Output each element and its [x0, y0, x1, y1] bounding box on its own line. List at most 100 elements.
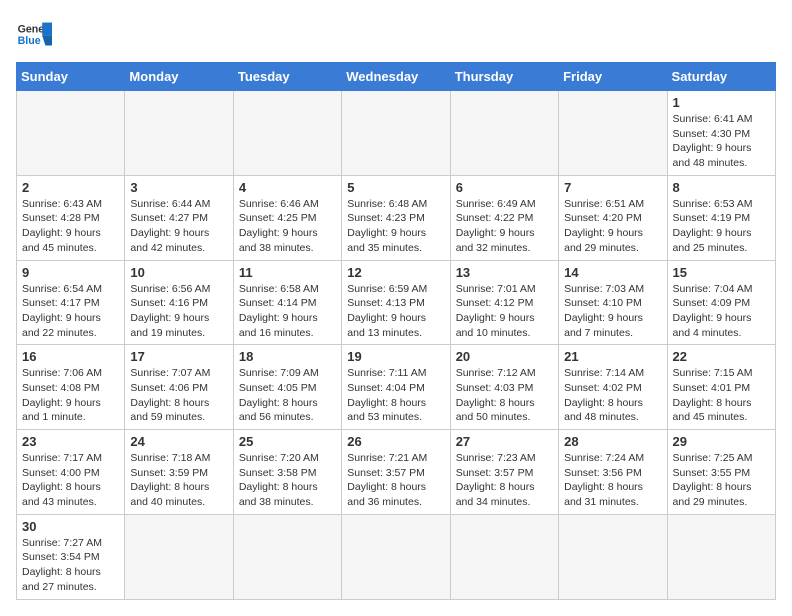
svg-text:Blue: Blue — [18, 35, 41, 47]
weekday-header-thursday: Thursday — [450, 63, 558, 91]
calendar-cell: 1 Sunrise: 6:41 AM Sunset: 4:30 PM Daylig… — [667, 91, 775, 176]
calendar-cell — [559, 91, 667, 176]
day-number: 23 — [22, 434, 119, 449]
calendar-cell: 11Sunrise: 6:58 AM Sunset: 4:14 PM Dayli… — [233, 260, 341, 345]
day-number: 15 — [673, 265, 770, 280]
day-info: Sunrise: 7:11 AM Sunset: 4:04 PM Dayligh… — [347, 366, 444, 425]
day-info: Sunrise: 7:23 AM Sunset: 3:57 PM Dayligh… — [456, 451, 553, 510]
calendar-cell: 16Sunrise: 7:06 AM Sunset: 4:08 PM Dayli… — [17, 345, 125, 430]
day-number: 20 — [456, 349, 553, 364]
day-info: Sunrise: 6:59 AM Sunset: 4:13 PM Dayligh… — [347, 282, 444, 341]
day-info: Sunrise: 7:03 AM Sunset: 4:10 PM Dayligh… — [564, 282, 661, 341]
day-info: Sunrise: 7:17 AM Sunset: 4:00 PM Dayligh… — [22, 451, 119, 510]
day-number: 29 — [673, 434, 770, 449]
calendar-cell: 20 Sunrise: 7:12 AM Sunset: 4:03 PM Dayli… — [450, 345, 558, 430]
day-number: 25 — [239, 434, 336, 449]
calendar-cell — [667, 514, 775, 599]
header: General Blue — [16, 16, 776, 52]
day-info: Sunrise: 6:46 AM Sunset: 4:25 PM Dayligh… — [239, 197, 336, 256]
calendar-cell — [233, 91, 341, 176]
day-number: 19 — [347, 349, 444, 364]
day-number: 11 — [239, 265, 336, 280]
day-info: Sunrise: 7:14 AM Sunset: 4:02 PM Dayligh… — [564, 366, 661, 425]
calendar-cell: 21 Sunrise: 7:14 AM Sunset: 4:02 PM Dayli… — [559, 345, 667, 430]
calendar-cell: 28 Sunrise: 7:24 AM Sunset: 3:56 PM Dayli… — [559, 430, 667, 515]
calendar-week-row: 9Sunrise: 6:54 AM Sunset: 4:17 PM Daylig… — [17, 260, 776, 345]
day-number: 6 — [456, 180, 553, 195]
calendar-cell: 23 Sunrise: 7:17 AM Sunset: 4:00 PM Dayli… — [17, 430, 125, 515]
day-info: Sunrise: 6:44 AM Sunset: 4:27 PM Dayligh… — [130, 197, 227, 256]
calendar-week-row: 30Sunrise: 7:27 AM Sunset: 3:54 PM Dayli… — [17, 514, 776, 599]
calendar-cell: 29 Sunrise: 7:25 AM Sunset: 3:55 PM Dayli… — [667, 430, 775, 515]
day-number: 18 — [239, 349, 336, 364]
calendar-cell: 14 Sunrise: 7:03 AM Sunset: 4:10 PM Dayli… — [559, 260, 667, 345]
calendar-cell: 15Sunrise: 7:04 AM Sunset: 4:09 PM Dayli… — [667, 260, 775, 345]
day-number: 21 — [564, 349, 661, 364]
calendar-cell: 27 Sunrise: 7:23 AM Sunset: 3:57 PM Dayli… — [450, 430, 558, 515]
day-number: 17 — [130, 349, 227, 364]
day-number: 12 — [347, 265, 444, 280]
day-number: 16 — [22, 349, 119, 364]
weekday-header-friday: Friday — [559, 63, 667, 91]
weekday-header-tuesday: Tuesday — [233, 63, 341, 91]
calendar-cell: 13 Sunrise: 7:01 AM Sunset: 4:12 PM Dayli… — [450, 260, 558, 345]
day-number: 7 — [564, 180, 661, 195]
day-number: 5 — [347, 180, 444, 195]
calendar-cell — [125, 514, 233, 599]
calendar-week-row: 16Sunrise: 7:06 AM Sunset: 4:08 PM Dayli… — [17, 345, 776, 430]
calendar-cell: 19 Sunrise: 7:11 AM Sunset: 4:04 PM Dayli… — [342, 345, 450, 430]
day-number: 9 — [22, 265, 119, 280]
day-info: Sunrise: 7:15 AM Sunset: 4:01 PM Dayligh… — [673, 366, 770, 425]
calendar-cell — [233, 514, 341, 599]
calendar-cell: 7 Sunrise: 6:51 AM Sunset: 4:20 PM Daylig… — [559, 175, 667, 260]
calendar-cell: 26Sunrise: 7:21 AM Sunset: 3:57 PM Dayli… — [342, 430, 450, 515]
calendar-cell — [17, 91, 125, 176]
weekday-header-saturday: Saturday — [667, 63, 775, 91]
calendar-cell: 4 Sunrise: 6:46 AM Sunset: 4:25 PM Daylig… — [233, 175, 341, 260]
day-number: 14 — [564, 265, 661, 280]
calendar-cell: 8Sunrise: 6:53 AM Sunset: 4:19 PM Daylig… — [667, 175, 775, 260]
calendar-cell: 5 Sunrise: 6:48 AM Sunset: 4:23 PM Daylig… — [342, 175, 450, 260]
day-number: 24 — [130, 434, 227, 449]
day-info: Sunrise: 6:53 AM Sunset: 4:19 PM Dayligh… — [673, 197, 770, 256]
calendar-cell — [450, 514, 558, 599]
day-number: 13 — [456, 265, 553, 280]
calendar-cell: 18 Sunrise: 7:09 AM Sunset: 4:05 PM Dayli… — [233, 345, 341, 430]
weekday-header-sunday: Sunday — [17, 63, 125, 91]
day-info: Sunrise: 6:49 AM Sunset: 4:22 PM Dayligh… — [456, 197, 553, 256]
day-info: Sunrise: 6:41 AM Sunset: 4:30 PM Dayligh… — [673, 112, 770, 171]
day-number: 30 — [22, 519, 119, 534]
day-info: Sunrise: 7:07 AM Sunset: 4:06 PM Dayligh… — [130, 366, 227, 425]
logo: General Blue — [16, 16, 52, 52]
logo-icon: General Blue — [16, 16, 52, 52]
calendar-cell: 9Sunrise: 6:54 AM Sunset: 4:17 PM Daylig… — [17, 260, 125, 345]
day-info: Sunrise: 7:12 AM Sunset: 4:03 PM Dayligh… — [456, 366, 553, 425]
day-info: Sunrise: 7:01 AM Sunset: 4:12 PM Dayligh… — [456, 282, 553, 341]
calendar-cell — [450, 91, 558, 176]
calendar-cell: 12 Sunrise: 6:59 AM Sunset: 4:13 PM Dayli… — [342, 260, 450, 345]
day-number: 1 — [673, 95, 770, 110]
day-number: 4 — [239, 180, 336, 195]
day-info: Sunrise: 6:51 AM Sunset: 4:20 PM Dayligh… — [564, 197, 661, 256]
calendar-cell — [342, 514, 450, 599]
day-number: 26 — [347, 434, 444, 449]
day-number: 28 — [564, 434, 661, 449]
day-info: Sunrise: 7:20 AM Sunset: 3:58 PM Dayligh… — [239, 451, 336, 510]
day-number: 27 — [456, 434, 553, 449]
calendar: SundayMondayTuesdayWednesdayThursdayFrid… — [16, 62, 776, 600]
weekday-header-row: SundayMondayTuesdayWednesdayThursdayFrid… — [17, 63, 776, 91]
calendar-week-row: 2Sunrise: 6:43 AM Sunset: 4:28 PM Daylig… — [17, 175, 776, 260]
day-info: Sunrise: 7:24 AM Sunset: 3:56 PM Dayligh… — [564, 451, 661, 510]
day-number: 10 — [130, 265, 227, 280]
calendar-cell: 24Sunrise: 7:18 AM Sunset: 3:59 PM Dayli… — [125, 430, 233, 515]
calendar-cell — [125, 91, 233, 176]
day-info: Sunrise: 6:43 AM Sunset: 4:28 PM Dayligh… — [22, 197, 119, 256]
day-info: Sunrise: 7:09 AM Sunset: 4:05 PM Dayligh… — [239, 366, 336, 425]
calendar-cell: 22 Sunrise: 7:15 AM Sunset: 4:01 PM Dayli… — [667, 345, 775, 430]
day-number: 22 — [673, 349, 770, 364]
calendar-cell: 6 Sunrise: 6:49 AM Sunset: 4:22 PM Daylig… — [450, 175, 558, 260]
day-info: Sunrise: 6:48 AM Sunset: 4:23 PM Dayligh… — [347, 197, 444, 256]
calendar-cell — [559, 514, 667, 599]
weekday-header-monday: Monday — [125, 63, 233, 91]
day-info: Sunrise: 7:25 AM Sunset: 3:55 PM Dayligh… — [673, 451, 770, 510]
